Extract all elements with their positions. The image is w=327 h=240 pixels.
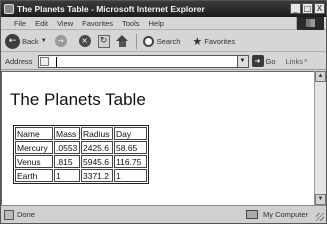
favorites-star-icon: ★ xyxy=(192,34,203,48)
scroll-up-icon[interactable]: ▲ xyxy=(315,71,326,82)
favorites-label: Favorites xyxy=(204,36,236,46)
close-button[interactable]: X xyxy=(314,3,325,14)
text-cursor xyxy=(55,56,57,67)
cell-name: Venus xyxy=(15,155,53,168)
page-done-icon xyxy=(4,209,14,220)
go-button[interactable]: Go xyxy=(266,57,276,66)
cell-day: 116.75 xyxy=(114,155,147,168)
computer-icon xyxy=(246,210,258,219)
back-label: Back xyxy=(22,36,39,46)
header-radius: Radius xyxy=(81,127,113,140)
back-arrow-icon: ← xyxy=(5,33,20,49)
table-header-row: Name Mass Radius Day xyxy=(15,127,147,140)
cell-name: Earth xyxy=(15,169,53,182)
minimize-button[interactable]: _ xyxy=(290,3,301,14)
cell-mass: .0553 xyxy=(54,141,80,154)
menu-view[interactable]: View xyxy=(57,19,73,28)
title-bar: The Planets Table - Microsoft Internet E… xyxy=(1,1,326,17)
page-icon xyxy=(39,56,49,66)
favorites-button[interactable]: ★ Favorites xyxy=(180,35,235,48)
status-bar: Done My Computer xyxy=(1,205,326,223)
refresh-icon[interactable]: ↻ xyxy=(97,34,110,48)
browser-window: The Planets Table - Microsoft Internet E… xyxy=(0,0,327,224)
cell-radius: 3371.2 xyxy=(81,169,113,182)
address-label: Address xyxy=(5,56,33,66)
menu-help[interactable]: Help xyxy=(149,19,164,28)
table-row: Earth 1 3371.2 1 xyxy=(15,169,147,182)
go-arrow-icon[interactable]: ➜ xyxy=(251,55,264,67)
resize-grip-icon[interactable] xyxy=(316,213,324,221)
cell-radius: 5945.6 xyxy=(81,155,113,168)
forward-arrow-icon[interactable]: → xyxy=(54,35,67,47)
table-row: Mercury .0553 2425.6 58.65 xyxy=(15,141,147,154)
links-button[interactable]: Links xyxy=(286,57,304,66)
cell-radius: 2425.6 xyxy=(81,141,113,154)
page-content: The Planets Table Name Mass Radius Day M… xyxy=(1,71,326,205)
cell-name: Mercury xyxy=(15,141,53,154)
page-heading: The Planets Table xyxy=(10,90,146,109)
table-row: Venus .815 5945.6 116.75 xyxy=(15,155,147,168)
back-dropdown-icon[interactable]: ▼ xyxy=(41,38,47,44)
back-button[interactable]: ← Back ▼ xyxy=(1,33,47,49)
scroll-down-icon[interactable]: ▼ xyxy=(315,194,326,205)
header-mass: Mass xyxy=(54,127,80,140)
search-icon xyxy=(142,35,154,47)
menu-file[interactable]: File xyxy=(14,19,26,28)
window-title: The Planets Table - Microsoft Internet E… xyxy=(17,4,205,14)
cell-day: 58.65 xyxy=(114,141,147,154)
search-label: Search xyxy=(156,36,181,46)
zone-label: My Computer xyxy=(263,210,309,219)
search-button[interactable]: Search xyxy=(137,35,181,47)
cell-mass: .815 xyxy=(54,155,80,168)
planets-table: Name Mass Radius Day Mercury .0553 2425.… xyxy=(13,125,149,184)
status-text: Done xyxy=(17,210,35,219)
menu-tools[interactable]: Tools xyxy=(122,19,140,28)
standard-toolbar: ← Back ▼ → × ↻ Search ★ Favorites xyxy=(1,31,326,52)
home-icon[interactable] xyxy=(115,35,129,47)
address-bar: Address ▼ ➜ Go Links » xyxy=(1,53,326,70)
cell-mass: 1 xyxy=(54,169,80,182)
header-name: Name xyxy=(15,127,53,140)
maximize-button[interactable]: □ xyxy=(302,3,313,14)
stop-icon[interactable]: × xyxy=(78,35,91,47)
menu-edit[interactable]: Edit xyxy=(35,19,48,28)
windows-logo-icon xyxy=(296,17,324,30)
menu-favorites[interactable]: Favorites xyxy=(82,19,113,28)
cell-day: 1 xyxy=(114,169,147,182)
links-chevron-icon[interactable]: » xyxy=(304,58,307,64)
menu-bar: File Edit View Favorites Tools Help xyxy=(1,17,326,30)
vertical-scrollbar[interactable]: ▲ ▼ xyxy=(314,71,326,205)
address-dropdown-icon[interactable]: ▼ xyxy=(237,54,249,68)
header-day: Day xyxy=(114,127,147,140)
address-input[interactable] xyxy=(37,54,238,68)
ie-app-icon xyxy=(4,4,14,14)
